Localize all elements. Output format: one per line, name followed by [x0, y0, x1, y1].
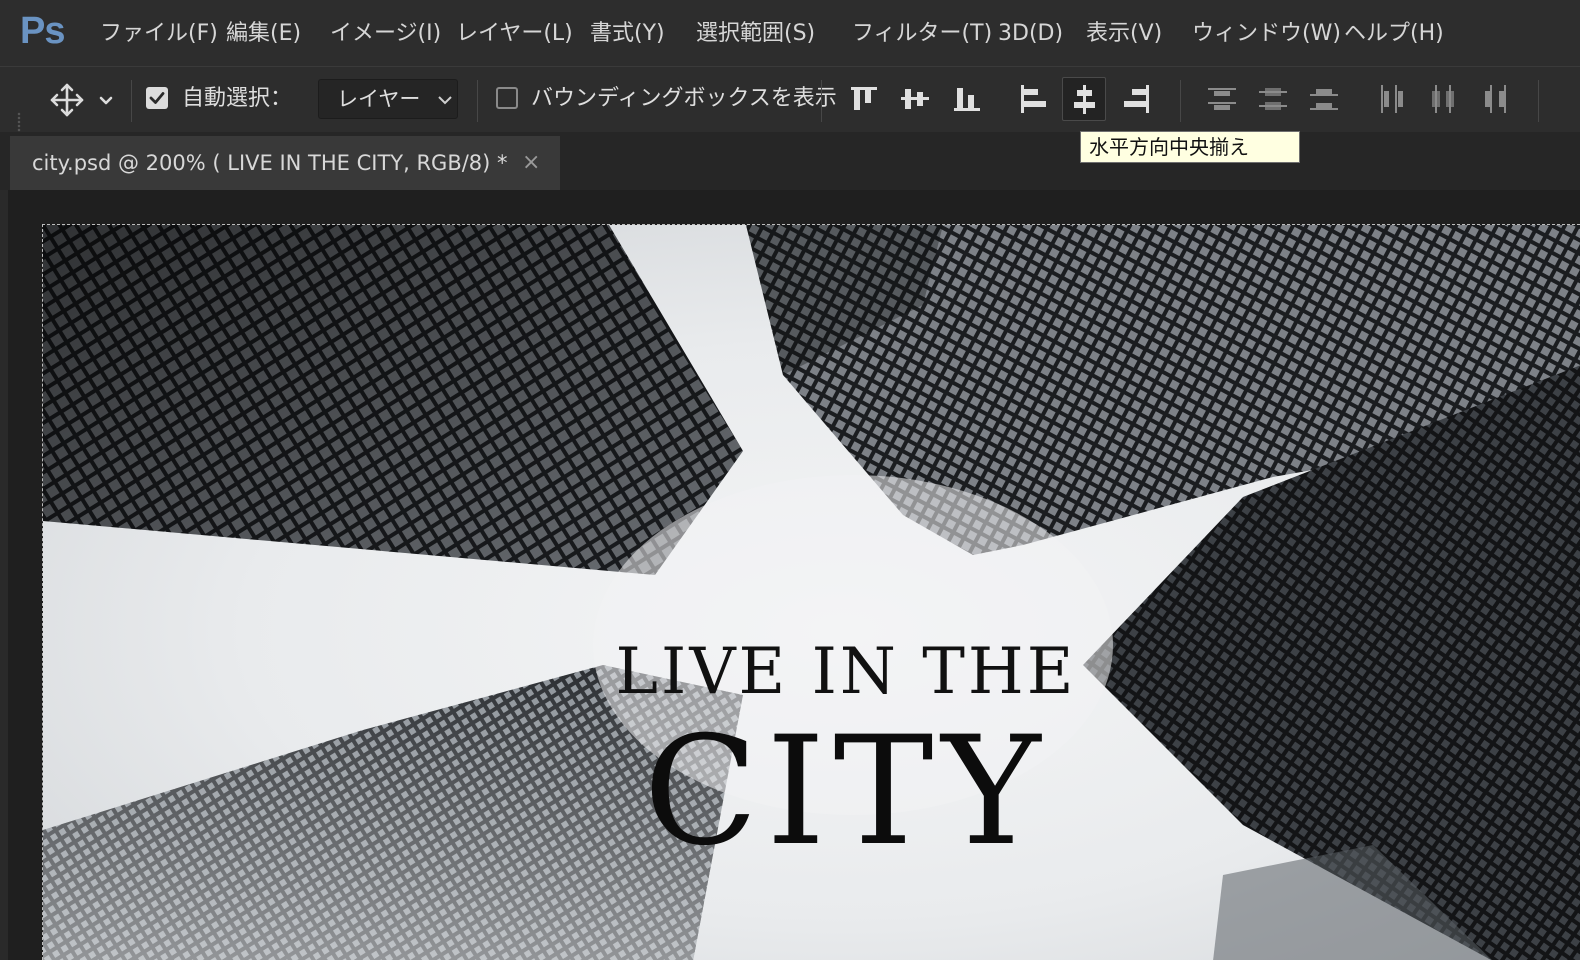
distribute-top-icon — [1208, 88, 1236, 110]
chevron-down-icon — [438, 96, 452, 105]
menu-select[interactable]: 選択範囲(S) — [696, 18, 815, 50]
align-horizontal-centers-icon — [1074, 85, 1095, 114]
document-tab[interactable]: city.psd @ 200% ( LIVE IN THE CITY, RGB/… — [10, 136, 560, 190]
distribute-left-button[interactable] — [1370, 77, 1414, 121]
distribute-right-button[interactable] — [1473, 77, 1517, 121]
align-right-edges-button[interactable] — [1114, 77, 1158, 121]
align-top-edges-button[interactable] — [841, 77, 885, 121]
auto-select-target-dropdown[interactable]: レイヤー — [318, 79, 458, 119]
auto-select-checkbox[interactable] — [146, 87, 168, 109]
distribute-bottom-button[interactable] — [1302, 77, 1346, 121]
separator — [477, 80, 478, 122]
distribute-vertical-centers-button[interactable] — [1251, 77, 1295, 121]
separator — [131, 80, 132, 122]
show-bounding-box-checkbox[interactable] — [496, 87, 518, 109]
menu-filter[interactable]: フィルター(T) — [852, 18, 992, 50]
distribute-vertical-centers-icon — [1259, 88, 1287, 110]
align-top-edges-icon — [851, 87, 877, 110]
tool-preset-picker[interactable] — [46, 77, 120, 121]
menu-help[interactable]: ヘルプ(H) — [1344, 18, 1444, 50]
menu-window[interactable]: ウィンドウ(W) — [1192, 18, 1341, 50]
auto-select-label: 自動選択： — [182, 86, 293, 111]
auto-select-target-value: レイヤー — [337, 87, 421, 111]
document-tab-title: city.psd @ 200% ( LIVE IN THE CITY, RGB/… — [32, 151, 508, 175]
menu-view[interactable]: 表示(V) — [1086, 18, 1162, 50]
distribute-horizontal-centers-button[interactable] — [1421, 77, 1465, 121]
menu-edit[interactable]: 編集(E) — [226, 18, 301, 50]
align-vertical-centers-button[interactable] — [893, 77, 937, 121]
distribute-right-icon — [1485, 85, 1506, 113]
separator — [821, 80, 822, 122]
distribute-horizontal-centers-icon — [1432, 85, 1454, 113]
move-tool-icon — [50, 83, 113, 117]
menu-file[interactable]: ファイル(F) — [100, 18, 218, 50]
options-bar-grip[interactable] — [17, 112, 21, 132]
align-bottom-edges-button[interactable] — [944, 77, 988, 121]
menu-layer[interactable]: レイヤー(L) — [456, 18, 573, 50]
separator — [1180, 80, 1181, 122]
separator — [1538, 80, 1539, 122]
photoshop-logo: Ps — [20, 10, 65, 52]
align-right-edges-icon — [1124, 85, 1149, 113]
tooltip: 水平方向中央揃え — [1080, 131, 1300, 163]
distribute-top-button[interactable] — [1200, 77, 1244, 121]
menu-bar: Ps ファイル(F) 編集(E) イメージ(I) レイヤー(L) 書式(Y) 選… — [0, 0, 1580, 67]
panel-gutter — [0, 190, 8, 960]
checkmark-icon — [149, 92, 165, 104]
align-horizontal-centers-button[interactable] — [1062, 77, 1106, 121]
headline-line-1: LIVE IN THE — [615, 635, 1077, 709]
document-canvas[interactable]: LIVE IN THE CITY — [42, 224, 1580, 960]
show-bounding-box-label: バウンディングボックスを表示 — [531, 86, 837, 111]
distribute-bottom-icon — [1310, 89, 1338, 110]
align-bottom-edges-icon — [954, 88, 980, 111]
headline-line-2: CITY — [643, 705, 1049, 879]
align-left-edges-icon — [1021, 85, 1046, 113]
menu-3d[interactable]: 3D(D) — [998, 18, 1063, 50]
align-vertical-centers-icon — [901, 89, 929, 109]
menu-type[interactable]: 書式(Y) — [590, 18, 665, 50]
distribute-left-icon — [1381, 85, 1403, 113]
close-icon[interactable]: × — [522, 136, 540, 190]
align-left-edges-button[interactable] — [1011, 77, 1055, 121]
menu-image[interactable]: イメージ(I) — [330, 18, 441, 50]
